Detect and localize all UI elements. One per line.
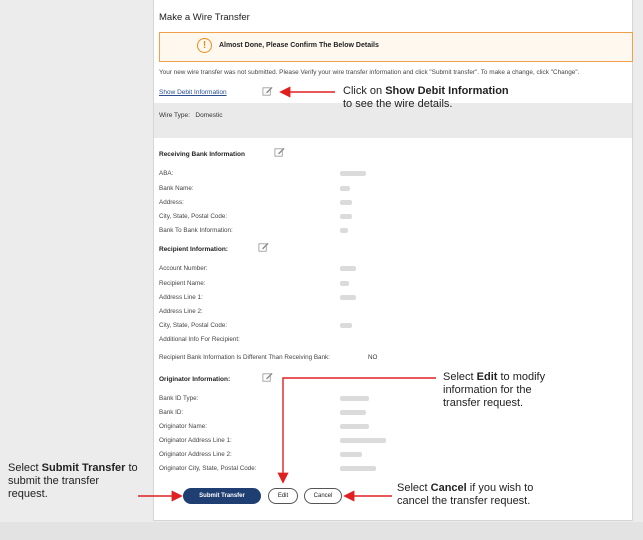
recipient-city-state-postal-value-redacted — [340, 323, 352, 328]
bank-id-type-value-redacted — [340, 396, 369, 401]
wire-type: Wire Type: Domestic — [159, 112, 222, 119]
notice-text: Your new wire transfer was not submitted… — [159, 69, 580, 76]
wire-type-label: Wire Type: — [159, 112, 190, 119]
aba-label: ABA: — [159, 170, 174, 177]
wire-type-value: Domestic — [195, 112, 223, 119]
address-value-redacted — [340, 200, 352, 205]
edit-callout-pre: Select — [443, 371, 477, 383]
recipient-name-value-redacted — [340, 281, 349, 286]
page-footer-band — [0, 522, 643, 540]
edit-icon[interactable] — [258, 242, 269, 253]
city-state-postal-value-redacted — [340, 214, 352, 219]
originator-name-value-redacted — [340, 424, 369, 429]
show-debit-callout: Click on Show Debit Information to see t… — [343, 85, 573, 111]
different-bank-label: Recipient Bank Information Is Different … — [159, 354, 330, 361]
edit-button[interactable]: Edit — [268, 488, 298, 504]
originator-address-1-label: Originator Address Line 1: — [159, 437, 232, 444]
show-debit-callout-pre: Click on — [343, 85, 386, 97]
originator-name-label: Originator Name: — [159, 423, 207, 430]
cancel-callout-bold: Cancel — [430, 482, 467, 494]
exclamation-circle-icon: ! — [197, 38, 212, 53]
recipient-city-state-postal-label: City, State, Postal Code: — [159, 322, 228, 329]
originator-city-state-postal-label: Originator City, State, Postal Code: — [159, 465, 257, 472]
recipient-heading: Recipient Information: — [159, 246, 228, 253]
show-debit-callout-post: to see the wire details. — [343, 98, 453, 110]
bank-id-value-redacted — [340, 410, 366, 415]
city-state-postal-label: City, State, Postal Code: — [159, 213, 228, 220]
address-line-1-label: Address Line 1: — [159, 294, 203, 301]
cancel-callout: Select Cancel if you wish to cancel the … — [397, 482, 547, 508]
alert-text: Almost Done, Please Confirm The Below De… — [219, 42, 379, 49]
edit-callout-bold: Edit — [476, 371, 498, 383]
address-label: Address: — [159, 199, 184, 206]
edit-icon[interactable] — [274, 147, 285, 158]
edit-icon[interactable] — [262, 86, 273, 97]
edit-callout: Select Edit to modify information for th… — [443, 371, 568, 410]
show-debit-callout-bold: Show Debit Information — [385, 85, 509, 97]
account-number-value-redacted — [340, 266, 356, 271]
bank-to-bank-value-redacted — [340, 228, 348, 233]
page-title: Make a Wire Transfer — [159, 12, 250, 23]
originator-city-state-postal-value-redacted — [340, 466, 376, 471]
address-line-2-label: Address Line 2: — [159, 308, 203, 315]
receiving-bank-heading: Receiving Bank Information — [159, 151, 245, 158]
recipient-name-label: Recipient Name: — [159, 280, 206, 287]
cancel-button[interactable]: Cancel — [304, 488, 342, 504]
bank-to-bank-label: Bank To Bank Information: — [159, 227, 233, 234]
different-bank-value: NO — [368, 354, 378, 361]
bank-name-label: Bank Name: — [159, 185, 194, 192]
originator-heading: Originator Information: — [159, 376, 231, 383]
originator-address-2-label: Originator Address Line 2: — [159, 451, 232, 458]
originator-address-2-value-redacted — [340, 452, 362, 457]
submit-transfer-button[interactable]: Submit Transfer — [183, 488, 261, 504]
cancel-callout-pre: Select — [397, 482, 431, 494]
bank-id-label: Bank ID: — [159, 409, 184, 416]
show-debit-information-link[interactable]: Show Debit Information — [159, 89, 227, 96]
submit-callout: Select Submit Transfer to submit the tra… — [8, 462, 138, 501]
bank-name-value-redacted — [340, 186, 350, 191]
additional-info-label: Additional Info For Recipient: — [159, 336, 240, 343]
bank-id-type-label: Bank ID Type: — [159, 395, 199, 402]
account-number-label: Account Number: — [159, 265, 208, 272]
edit-icon[interactable] — [262, 372, 273, 383]
address-line-1-value-redacted — [340, 295, 356, 300]
aba-value-redacted — [340, 171, 366, 176]
originator-address-1-value-redacted — [340, 438, 386, 443]
submit-callout-pre: Select — [8, 462, 42, 474]
submit-callout-bold: Submit Transfer — [41, 462, 126, 474]
